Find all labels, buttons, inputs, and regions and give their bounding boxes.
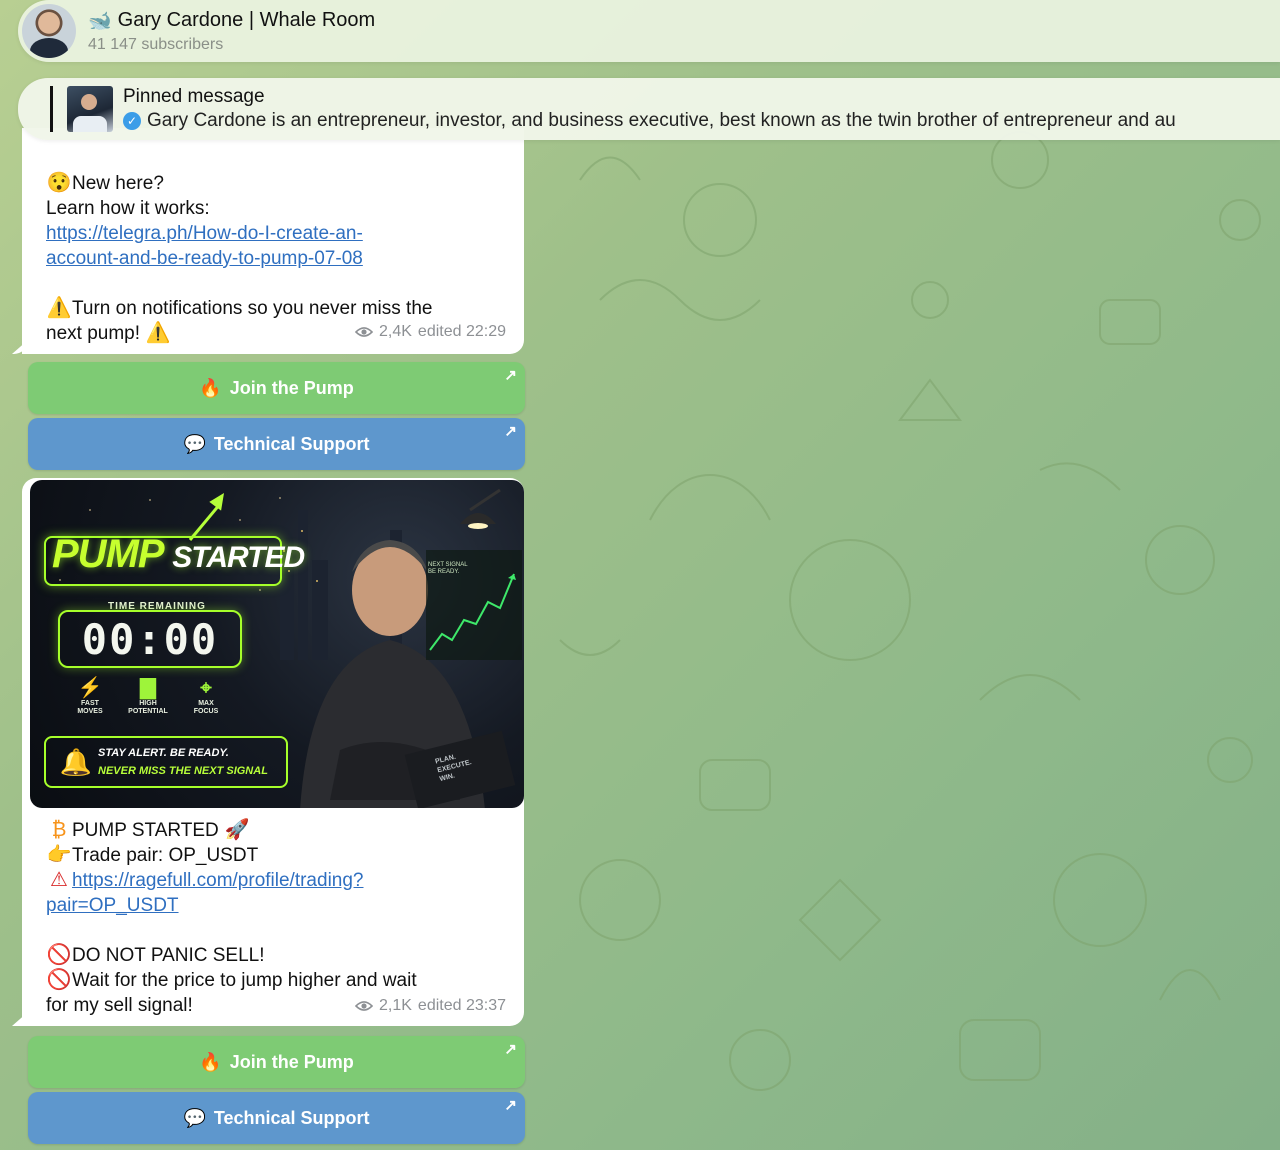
alert-text: STAY ALERT. BE READY. NEVER MISS THE NEX… bbox=[98, 747, 268, 777]
trading-link-continued[interactable]: pair=OP_USDT bbox=[46, 893, 516, 918]
view-count: 2,1K bbox=[379, 997, 412, 1014]
speech-bubble-icon: 💬 bbox=[183, 1107, 206, 1128]
countdown-timer: 00:00 bbox=[58, 610, 242, 668]
message-meta: 2,1K edited 23:37 bbox=[355, 993, 506, 1018]
external-link-icon: ↗ bbox=[504, 423, 517, 440]
message-bubble: 😯New here? Learn how it works: https://t… bbox=[22, 128, 524, 354]
edited-time: edited 22:29 bbox=[417, 323, 506, 340]
prohibited-icon: 🚫 bbox=[46, 944, 72, 966]
warning-icon: ⚠️ bbox=[145, 322, 171, 344]
subscriber-count: 41 147 subscribers bbox=[88, 35, 224, 53]
pinned-indicator bbox=[50, 86, 53, 132]
technical-support-button[interactable]: 💬 Technical Support ↗ bbox=[28, 418, 525, 470]
join-pump-button[interactable]: 🔥 Join the Pump ↗ bbox=[28, 1036, 525, 1088]
hushed-face-icon: 😯 bbox=[46, 172, 72, 194]
external-link-icon: ↗ bbox=[504, 1041, 517, 1058]
join-pump-label: Join the Pump bbox=[229, 1051, 354, 1072]
verified-icon: ✓ bbox=[123, 112, 141, 130]
warning-red-icon: ⚠ bbox=[50, 869, 68, 891]
promo-title: PUMP STARTED bbox=[52, 532, 305, 576]
next-signal-text: NEXT SIGNAL BE READY. bbox=[428, 562, 468, 575]
view-count: 2,4K bbox=[379, 323, 412, 340]
trading-link-line: ⚠ https://ragefull.com/profile/trading? bbox=[46, 868, 516, 893]
channel-title: Gary Cardone | Whale Room bbox=[117, 9, 376, 31]
pointing-hand-icon: 👉 bbox=[46, 844, 72, 866]
pinned-body: ✓ Gary Cardone is an entrepreneur, inves… bbox=[123, 110, 1176, 132]
pinned-preview: Gary Cardone is an entrepreneur, investo… bbox=[147, 110, 1176, 131]
promo-alert-box: 🔔 STAY ALERT. BE READY. NEVER MISS THE N… bbox=[44, 736, 288, 788]
join-pump-label: Join the Pump bbox=[229, 377, 354, 398]
edited-time: edited 23:37 bbox=[417, 997, 506, 1014]
learn-line: Learn how it works: bbox=[46, 198, 210, 219]
guide-link-continued[interactable]: account-and-be-ready-to-pump-07-08 bbox=[46, 246, 506, 271]
technical-support-label: Technical Support bbox=[213, 1107, 370, 1128]
feature-max-focus: ⌖ MAX FOCUS bbox=[176, 676, 236, 716]
pinned-message-bar[interactable]: Pinned message ✓ Gary Cardone is an entr… bbox=[18, 78, 1280, 140]
notify-line: ⚠️Turn on notifications so you never mis… bbox=[46, 297, 433, 319]
warning-icon: ⚠️ bbox=[46, 297, 72, 319]
channel-avatar[interactable] bbox=[22, 4, 76, 58]
message-meta: 2,4K edited 22:29 bbox=[355, 319, 506, 344]
eye-icon bbox=[355, 326, 373, 337]
wait-line: 🚫Wait for the price to jump higher and w… bbox=[46, 969, 417, 991]
pump-started-line: ₿ PUMP STARTED 🚀 bbox=[46, 818, 516, 843]
feature-high-potential: ▇ HIGH POTENTIAL bbox=[118, 676, 178, 716]
trade-pair-line: 👉Trade pair: OP_USDT bbox=[46, 844, 259, 866]
pinned-title: Pinned message bbox=[123, 86, 265, 107]
eye-icon bbox=[355, 1000, 373, 1011]
pinned-text: Pinned message ✓ Gary Cardone is an entr… bbox=[123, 86, 1176, 132]
pinned-thumbnail bbox=[67, 86, 113, 132]
speech-bubble-icon: 💬 bbox=[183, 433, 206, 454]
feature-fast-moves: ⚡ FAST MOVES bbox=[60, 676, 120, 716]
message-text: ₿ PUMP STARTED 🚀 👉Trade pair: OP_USDT ⚠ ht… bbox=[46, 818, 516, 1018]
external-link-icon: ↗ bbox=[504, 1097, 517, 1114]
header-title-row: 🐋 Gary Cardone | Whale Room bbox=[88, 9, 375, 33]
trading-link[interactable]: https://ragefull.com/profile/trading? bbox=[72, 870, 364, 891]
bitcoin-icon: ₿ bbox=[51, 819, 67, 841]
technical-support-button[interactable]: 💬 Technical Support ↗ bbox=[28, 1092, 525, 1144]
promo-image[interactable]: PUMP STARTED TIME REMAINING 00:00 ⚡ FAST… bbox=[30, 480, 524, 808]
no-panic-line: 🚫DO NOT PANIC SELL! bbox=[46, 944, 265, 966]
fire-icon: 🔥 bbox=[199, 377, 222, 398]
chat-header[interactable]: 🐋 Gary Cardone | Whale Room 41 147 subsc… bbox=[18, 0, 1280, 62]
bolt-icon: ⚡ bbox=[77, 677, 103, 699]
whale-icon: 🐋 bbox=[88, 10, 112, 32]
crosshair-icon: ⌖ bbox=[200, 677, 212, 699]
message-bubble: PUMP STARTED TIME REMAINING 00:00 ⚡ FAST… bbox=[22, 478, 524, 1026]
fire-icon: 🔥 bbox=[199, 1051, 222, 1072]
external-link-icon: ↗ bbox=[504, 367, 517, 384]
signal-bars-icon: ▇ bbox=[140, 677, 156, 699]
technical-support-label: Technical Support bbox=[213, 433, 370, 454]
join-pump-button[interactable]: 🔥 Join the Pump ↗ bbox=[28, 362, 525, 414]
guide-link[interactable]: https://telegra.ph/How-do-I-create-an- bbox=[46, 221, 506, 246]
prohibited-icon: 🚫 bbox=[46, 969, 72, 991]
new-here-line: 😯New here? bbox=[46, 172, 164, 194]
rocket-icon: 🚀 bbox=[224, 819, 250, 841]
bell-icon: 🔔 bbox=[59, 746, 93, 777]
header-text: 🐋 Gary Cardone | Whale Room 41 147 subsc… bbox=[88, 9, 375, 54]
